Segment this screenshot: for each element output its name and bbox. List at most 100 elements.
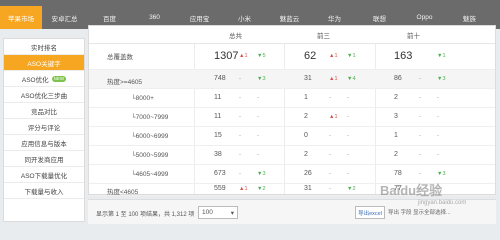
sidebar-item-label: ASO优化: [21, 76, 49, 84]
cell-value[interactable]: 1: [394, 132, 398, 139]
rank-up-indicator: -: [239, 171, 241, 177]
chevron-down-icon: ▾: [230, 209, 234, 217]
cell-value[interactable]: 3: [394, 113, 398, 120]
sidebar-item-label: 竞品对比: [31, 108, 57, 116]
cell-value[interactable]: 31: [304, 185, 312, 192]
sidebar-item-same-developer[interactable]: 同开发商应用: [4, 151, 84, 167]
table-row: └5000~5999 38 - - 2 - - 2 - -: [89, 146, 495, 165]
table-row: └7000~7999 11 - - 2 ▲1 - 3 - -: [89, 108, 495, 127]
rank-down-indicator: ▼1: [347, 53, 356, 59]
baidu-jingyan-watermark: Baidu经验: [380, 183, 443, 198]
cell-value[interactable]: 748: [214, 75, 226, 82]
cell-value[interactable]: 559: [214, 185, 226, 192]
rank-up-indicator: ▲1: [239, 186, 248, 192]
cell-value[interactable]: 31: [304, 75, 312, 82]
sidebar-item-label: 下载量与收入: [24, 188, 64, 196]
new-badge: NEW: [51, 75, 67, 82]
rank-up-indicator: -: [329, 95, 331, 101]
header-total[interactable]: 总共: [229, 30, 242, 40]
rank-down-indicator: -: [347, 171, 349, 177]
cell-value[interactable]: 38: [214, 151, 222, 158]
sidebar-item-label: 同开发商应用: [24, 156, 64, 164]
page-size-select[interactable]: 100 ▾: [198, 206, 238, 219]
sidebar: 实时排名 ASO关键字 ASO优化 NEW ASO优化三步曲 竞品对比 评分与评论…: [3, 38, 85, 222]
cell-value[interactable]: 673: [214, 170, 226, 177]
rank-down-indicator: ▼2: [347, 186, 356, 192]
rank-down-indicator: -: [347, 95, 349, 101]
header-top10[interactable]: 前十: [407, 30, 420, 40]
rank-up-indicator: ▲1: [329, 114, 338, 120]
rank-up-indicator: ▲1: [329, 53, 338, 59]
cell-value[interactable]: 15: [214, 132, 222, 139]
sidebar-item-ratings-reviews[interactable]: 评分与评论: [4, 119, 84, 135]
row-label: └7000~7999: [131, 114, 169, 121]
rank-up-indicator: -: [329, 152, 331, 158]
rank-up-indicator: -: [419, 133, 421, 139]
sidebar-item-downloads-revenue[interactable]: 下载量与收入: [4, 183, 84, 199]
export-excel-button[interactable]: 导出excel: [355, 206, 385, 219]
cell-value[interactable]: 2: [394, 151, 398, 158]
cell-value[interactable]: 62: [304, 50, 316, 62]
rank-down-indicator: ▼3: [437, 171, 446, 177]
rank-up-indicator: -: [329, 171, 331, 177]
cell-value[interactable]: 11: [214, 94, 221, 101]
rank-up-indicator: ▲1: [239, 53, 248, 59]
cell-value[interactable]: 11: [214, 113, 221, 120]
table-row: └6000~6999 15 - - 0 - - 1 - -: [89, 127, 495, 146]
tab-apple-market[interactable]: 苹果市场: [0, 6, 42, 29]
cell-value[interactable]: 2: [394, 94, 398, 101]
export-label: 导出excel: [358, 210, 382, 217]
table-row: └8000+ 11 - - 1 - - 2 - -: [89, 89, 495, 108]
rank-up-indicator: -: [239, 133, 241, 139]
sidebar-item-aso-keywords[interactable]: ASO关键字: [4, 55, 84, 71]
cell-value[interactable]: 2: [304, 151, 308, 158]
sidebar-item-app-info-version[interactable]: 应用信息与版本: [4, 135, 84, 151]
rank-down-indicator: -: [437, 114, 439, 120]
pagination-info: 显示第 1 至 100 项结果，共 1,312 项: [96, 212, 195, 218]
rank-up-indicator: -: [239, 76, 241, 82]
export-note: 导出 字段 显示全部选择...: [388, 210, 451, 216]
row-label: 热度<4605: [107, 189, 139, 196]
row-label: └6000~6999: [131, 133, 169, 140]
rank-down-indicator: ▼4: [347, 76, 356, 82]
cell-value[interactable]: 86: [394, 75, 402, 82]
cell-value[interactable]: 2: [304, 113, 308, 120]
cell-value[interactable]: 78: [394, 170, 402, 177]
rank-up-indicator: -: [329, 186, 331, 192]
sidebar-item-competitor-compare[interactable]: 竞品对比: [4, 103, 84, 119]
rank-down-indicator: -: [257, 114, 259, 120]
rank-down-indicator: -: [437, 95, 439, 101]
rank-up-indicator: -: [239, 95, 241, 101]
cell-value[interactable]: 26: [304, 170, 312, 177]
sidebar-item-aso-download-optimize[interactable]: ASO下载量优化: [4, 167, 84, 183]
rank-down-indicator: -: [347, 152, 349, 158]
rank-down-indicator: -: [347, 133, 349, 139]
watermark-url: jingyan.baidu.com: [418, 200, 467, 206]
cell-value[interactable]: 163: [394, 50, 412, 62]
rank-up-indicator: -: [239, 114, 241, 120]
tab-android-summary[interactable]: 安卓汇总: [42, 6, 87, 29]
rank-down-indicator: ▼3: [437, 76, 446, 82]
rank-down-indicator: -: [437, 152, 439, 158]
cell-value[interactable]: 0: [304, 132, 308, 139]
page-size-value: 100: [202, 209, 213, 216]
keyword-coverage-table: 总共 前三 前十 总覆盖数 1307 ▲1 ▼5 62 ▲1 ▼1 163 ▼1 热度>=4605…: [88, 25, 496, 196]
rank-down-indicator: -: [347, 114, 349, 120]
rank-down-indicator: ▼2: [257, 186, 266, 192]
rank-up-indicator: -: [419, 76, 421, 82]
row-label: └5000~5999: [131, 152, 169, 159]
sidebar-item-aso-three-steps[interactable]: ASO优化三步曲: [4, 87, 84, 103]
sidebar-item-label: ASO优化三步曲: [20, 92, 68, 100]
sidebar-item-realtime-rank[interactable]: 实时排名: [4, 39, 84, 55]
sidebar-item-aso-optimize[interactable]: ASO优化 NEW: [4, 71, 84, 87]
rank-down-indicator: -: [257, 95, 259, 101]
rank-down-indicator: -: [257, 133, 259, 139]
cell-value[interactable]: 1: [304, 94, 308, 101]
rank-down-indicator: ▼3: [257, 76, 266, 82]
table-row: 热度>=4605 748 - ▼3 31 ▲1 ▼4 86 - ▼3: [89, 70, 495, 89]
header-top3[interactable]: 前三: [317, 30, 330, 40]
row-label: └4605~4999: [131, 171, 169, 178]
sidebar-item-label: 评分与评论: [27, 124, 61, 132]
cell-value[interactable]: 1307: [214, 50, 238, 62]
rank-down-indicator: -: [437, 133, 439, 139]
